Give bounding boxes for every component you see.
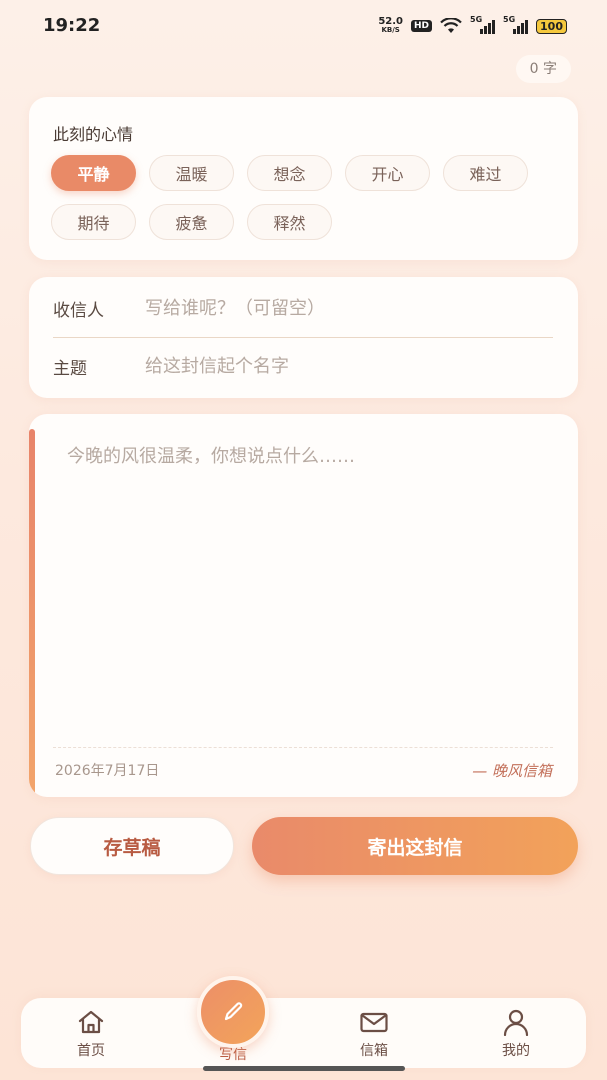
signal-icon-2: 5G — [503, 15, 529, 34]
user-icon — [503, 1009, 529, 1036]
status-bar: 19:22 52.0 KB/S HD 5G 5G 100 — [0, 0, 607, 54]
status-icons: 52.0 KB/S HD 5G 5G 100 — [378, 15, 567, 35]
letter-signature: — 晚风信箱 — [472, 762, 552, 780]
tab-me[interactable]: 我的 — [476, 1008, 556, 1060]
letter-date: 2026年7月17日 — [55, 763, 160, 779]
signal-icon: 5G — [470, 15, 496, 34]
wifi-icon — [440, 18, 462, 33]
write-fab-button[interactable] — [197, 976, 269, 1048]
pencil-icon — [224, 1002, 243, 1021]
home-indicator — [203, 1066, 405, 1071]
subject-row: 主题 — [53, 337, 553, 395]
letter-divider — [53, 747, 553, 748]
battery-icon: 100 — [536, 18, 567, 34]
tab-home-label: 首页 — [77, 1043, 105, 1059]
mood-chip[interactable]: 想念 — [247, 155, 332, 191]
recipient-input[interactable] — [143, 296, 553, 320]
tab-inbox[interactable]: 信箱 — [334, 1008, 414, 1060]
subject-input[interactable] — [143, 354, 553, 378]
word-count-badge: 0 字 — [515, 55, 571, 83]
letter-body-textarea[interactable] — [65, 440, 557, 744]
mood-chip[interactable]: 平静 — [51, 155, 136, 191]
bottom-tab-bar: 首页 写信 信箱 我的 — [21, 998, 586, 1068]
tab-me-label: 我的 — [502, 1043, 530, 1059]
letter-meta-card: 收信人 主题 — [29, 277, 578, 398]
tab-inbox-label: 信箱 — [360, 1043, 388, 1059]
letter-card: 2026年7月17日 — 晚风信箱 — [29, 414, 578, 797]
mood-card: 此刻的心情 平静 温暖 想念 开心 难过 期待 疲惫 释然 — [29, 97, 578, 260]
letter-accent-bar — [29, 429, 35, 796]
tab-home[interactable]: 首页 — [51, 1008, 131, 1060]
mood-chip[interactable]: 难过 — [443, 155, 528, 191]
recipient-label: 收信人 — [53, 300, 104, 321]
recipient-row: 收信人 — [53, 279, 553, 338]
home-icon — [78, 1010, 104, 1034]
mood-title: 此刻的心情 — [53, 125, 134, 144]
hd-badge: HD — [411, 20, 433, 32]
mood-chip[interactable]: 开心 — [345, 155, 430, 191]
mood-chip[interactable]: 温暖 — [149, 155, 234, 191]
mood-chip[interactable]: 期待 — [51, 204, 136, 240]
save-draft-button[interactable]: 存草稿 — [30, 817, 234, 875]
status-time: 19:22 — [43, 15, 101, 36]
mood-chip[interactable]: 释然 — [247, 204, 332, 240]
subject-label: 主题 — [53, 358, 87, 379]
mail-icon — [360, 1012, 388, 1033]
send-letter-button[interactable]: 寄出这封信 — [252, 817, 578, 875]
mood-chip-list: 平静 温暖 想念 开心 难过 期待 疲惫 释然 — [51, 155, 541, 240]
mood-chip[interactable]: 疲惫 — [149, 204, 234, 240]
net-speed: 52.0 KB/S — [378, 16, 404, 35]
